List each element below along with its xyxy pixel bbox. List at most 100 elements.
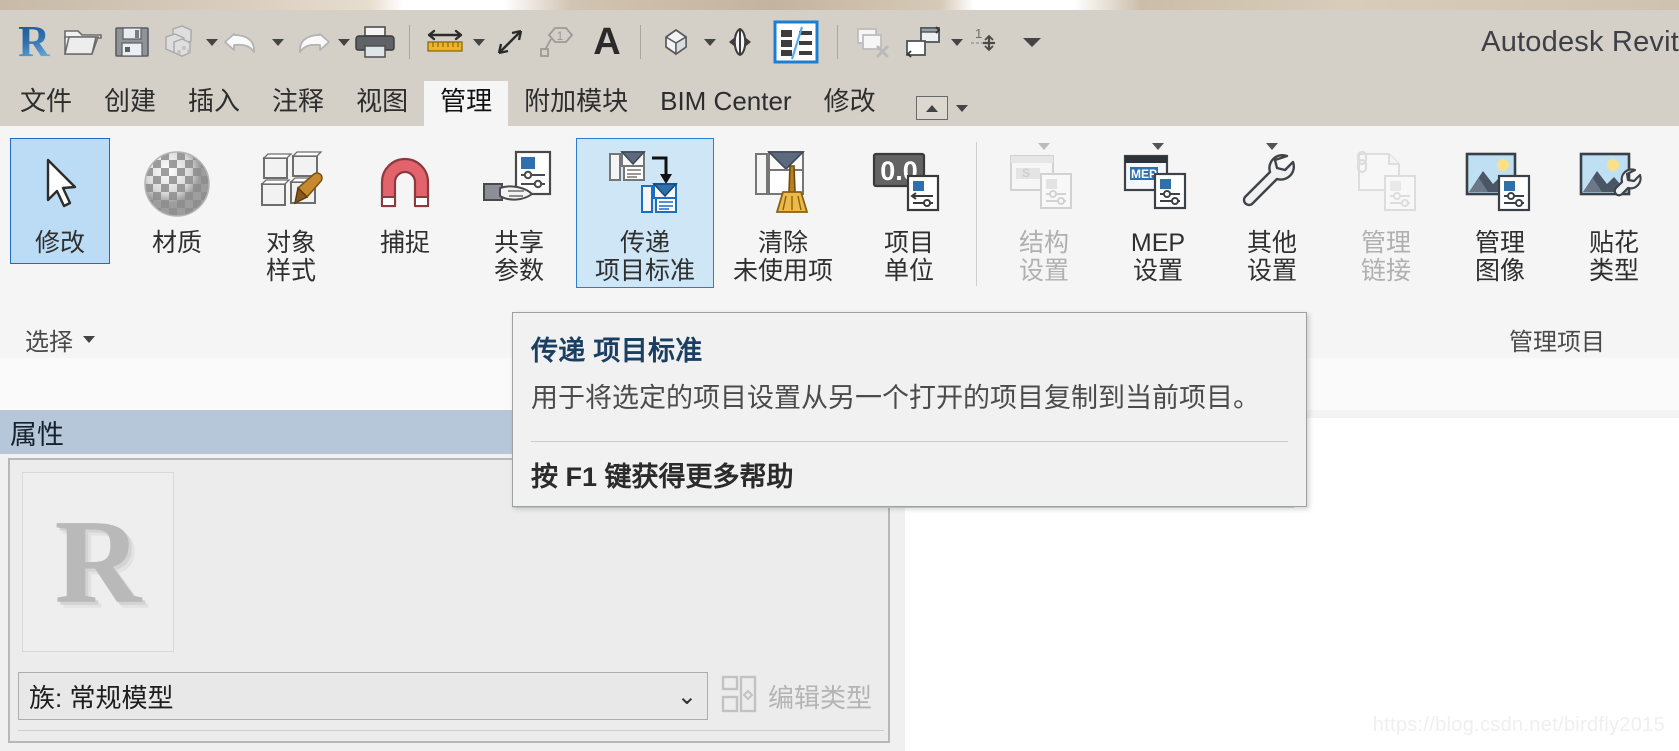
tooltip-title: 传递 项目标准	[531, 336, 703, 366]
tab-bim-center[interactable]: BIM Center	[644, 81, 808, 126]
structural-settings-icon: S	[1003, 143, 1085, 227]
ribbon-button-structural-settings[interactable]: S 结构 设置	[987, 138, 1101, 288]
section-icon[interactable]	[716, 18, 764, 66]
redo-icon[interactable]	[284, 18, 336, 66]
tab-charu[interactable]: 插入	[172, 81, 256, 126]
ribbon-minimize-icon[interactable]	[915, 96, 948, 120]
sync-with-central-icon[interactable]	[156, 18, 204, 66]
ribbon-button-mep-settings[interactable]: MEP MEP 设置	[1101, 138, 1215, 288]
edit-type-icon	[720, 673, 758, 720]
mep-settings-chevron-down-icon[interactable]	[1152, 143, 1164, 150]
quick-access-toolbar: R 1 A 1	[0, 10, 1041, 74]
ribbon-button-purge-unused[interactable]: 清除 未使用项	[714, 138, 852, 288]
manage-images-icon	[1459, 143, 1541, 227]
thin-lines-icon[interactable]	[764, 18, 828, 66]
properties-palette-title: 属性	[10, 419, 64, 450]
tooltip-help-hint: 按 F1 键获得更多帮助	[531, 462, 794, 492]
redo-dropdown-chevron-down-icon[interactable]	[338, 38, 350, 46]
ribbon-button-project-units[interactable]: 0.0 项目 单位	[852, 138, 966, 288]
tab-guanli[interactable]: 管理	[424, 81, 509, 126]
undo-icon[interactable]	[218, 18, 270, 66]
panel-select-chevron-down-icon[interactable]	[83, 335, 95, 343]
edit-type-button[interactable]: 编辑类型	[720, 672, 872, 720]
ribbon-button-shared-parameters[interactable]: 共享 参数	[462, 138, 576, 288]
switch-windows-chevron-down-icon[interactable]	[951, 38, 963, 46]
ribbon-button-manage-links-label: 管理 链接	[1360, 229, 1411, 285]
project-units-icon: 0.0	[868, 143, 950, 227]
ribbon-button-decal-types[interactable]: 贴花 类型	[1557, 138, 1671, 288]
panel-label-select: 选择	[0, 320, 120, 358]
switch-windows-icon[interactable]	[897, 18, 949, 66]
revit-application-window: R 1 A 1 Autodesk Revit 文件 创建 插入 注释 视图 管理…	[0, 0, 1679, 751]
ribbon-button-transfer-project-standards[interactable]: 传递 项目标准	[576, 138, 714, 288]
chevron-down-icon[interactable]: ⌄	[677, 682, 697, 711]
svg-text:S: S	[1022, 166, 1030, 180]
family-thumbnail: R	[22, 472, 174, 652]
measure-icon[interactable]	[419, 18, 471, 66]
title-bar: R 1 A 1 Autodesk Revit	[0, 10, 1679, 74]
ribbon-button-decal-types-label: 贴花 类型	[1588, 229, 1639, 285]
svg-text:1: 1	[557, 29, 564, 43]
tab-xiugai[interactable]: 修改	[808, 81, 892, 126]
structural-settings-chevron-down-icon[interactable]	[1038, 143, 1050, 150]
ribbon-button-snaps-label: 捕捉	[379, 229, 430, 257]
ribbon-button-manage-links[interactable]: 管理 链接	[1329, 138, 1443, 288]
additional-settings-chevron-down-icon[interactable]	[1266, 143, 1278, 150]
default-3d-view-icon[interactable]	[650, 18, 702, 66]
revit-logo-icon[interactable]: R	[10, 18, 58, 66]
shared-parameters-icon	[478, 143, 560, 227]
snap-magnet-icon	[364, 143, 446, 227]
open-icon[interactable]	[58, 18, 108, 66]
text-icon[interactable]: A	[583, 18, 631, 66]
print-icon[interactable]	[350, 18, 400, 66]
tab-chuangjian[interactable]: 创建	[88, 81, 172, 126]
ribbon-tab-bar: 文件 创建 插入 注释 视图 管理 附加模块 BIM Center 修改	[0, 74, 1679, 126]
manage-links-icon	[1345, 143, 1427, 227]
tab-zhushi[interactable]: 注释	[256, 81, 340, 126]
tag-by-category-icon[interactable]: 1	[535, 18, 583, 66]
qat-divider-2	[640, 25, 641, 59]
tooltip-description: 用于将选定的项目设置从另一个打开的项目复制到当前项目。	[531, 383, 1260, 413]
ribbon-button-object-styles[interactable]: 对象 样式	[234, 138, 348, 288]
ribbon-button-additional-settings[interactable]: 其他 设置	[1215, 138, 1329, 288]
ribbon-button-transfer-project-standards-label: 传递 项目标准	[594, 229, 695, 285]
qat-divider-1	[409, 25, 410, 59]
ribbon-button-purge-unused-label: 清除 未使用项	[732, 229, 833, 285]
transfer-project-standards-icon	[600, 143, 690, 227]
application-title: Autodesk Revit	[1481, 25, 1679, 58]
qat-divider-3	[837, 25, 838, 59]
purge-unused-icon	[738, 143, 828, 227]
qat-overflow-chevron-down-icon[interactable]	[1023, 37, 1041, 47]
view3d-dropdown-chevron-down-icon[interactable]	[704, 38, 716, 46]
ribbon-button-manage-images[interactable]: 管理 图像	[1443, 138, 1557, 288]
ribbon-button-snaps[interactable]: 捕捉	[348, 138, 462, 260]
edit-type-label: 编辑类型	[768, 682, 873, 713]
panel-label-manage-project-text: 管理项目	[1509, 328, 1605, 356]
watermark-text: https://blog.csdn.net/birdfly2015	[1372, 714, 1665, 736]
close-hidden-windows-icon[interactable]	[847, 18, 897, 66]
mep-settings-icon: MEP	[1117, 143, 1199, 227]
type-selector[interactable]: 族: 常规模型 ⌄	[18, 672, 708, 720]
panel-label-manage-project: 管理项目	[1329, 320, 1679, 358]
ribbon-button-modify-label: 修改	[34, 229, 85, 257]
svg-text:MEP: MEP	[1131, 167, 1157, 181]
tab-shitu[interactable]: 视图	[340, 81, 424, 126]
ribbon-button-project-units-label: 项目 单位	[883, 229, 934, 285]
sync-dropdown-chevron-down-icon[interactable]	[206, 38, 218, 46]
customize-qat-icon[interactable]: 1	[963, 18, 1011, 66]
measure-dropdown-chevron-down-icon[interactable]	[473, 38, 485, 46]
tab-wenjian[interactable]: 文件	[4, 81, 88, 126]
undo-dropdown-chevron-down-icon[interactable]	[272, 38, 284, 46]
aligned-dimension-icon[interactable]	[485, 18, 535, 66]
decal-types-icon	[1573, 143, 1655, 227]
ribbon-button-modify[interactable]: 修改	[10, 138, 110, 264]
material-sphere-icon	[136, 143, 218, 227]
arrow-cursor-icon	[35, 143, 85, 227]
ribbon-button-additional-settings-label: 其他 设置	[1246, 229, 1297, 285]
ribbon-minimize-chevron-down-icon[interactable]	[955, 104, 968, 112]
save-icon[interactable]	[108, 18, 156, 66]
tab-fujiamokuai[interactable]: 附加模块	[508, 81, 644, 126]
ribbon-button-starting-view[interactable]: 启动 视图	[1671, 138, 1679, 288]
ribbon-minimize-control[interactable]	[892, 96, 980, 126]
ribbon-button-materials[interactable]: 材质	[120, 138, 234, 260]
